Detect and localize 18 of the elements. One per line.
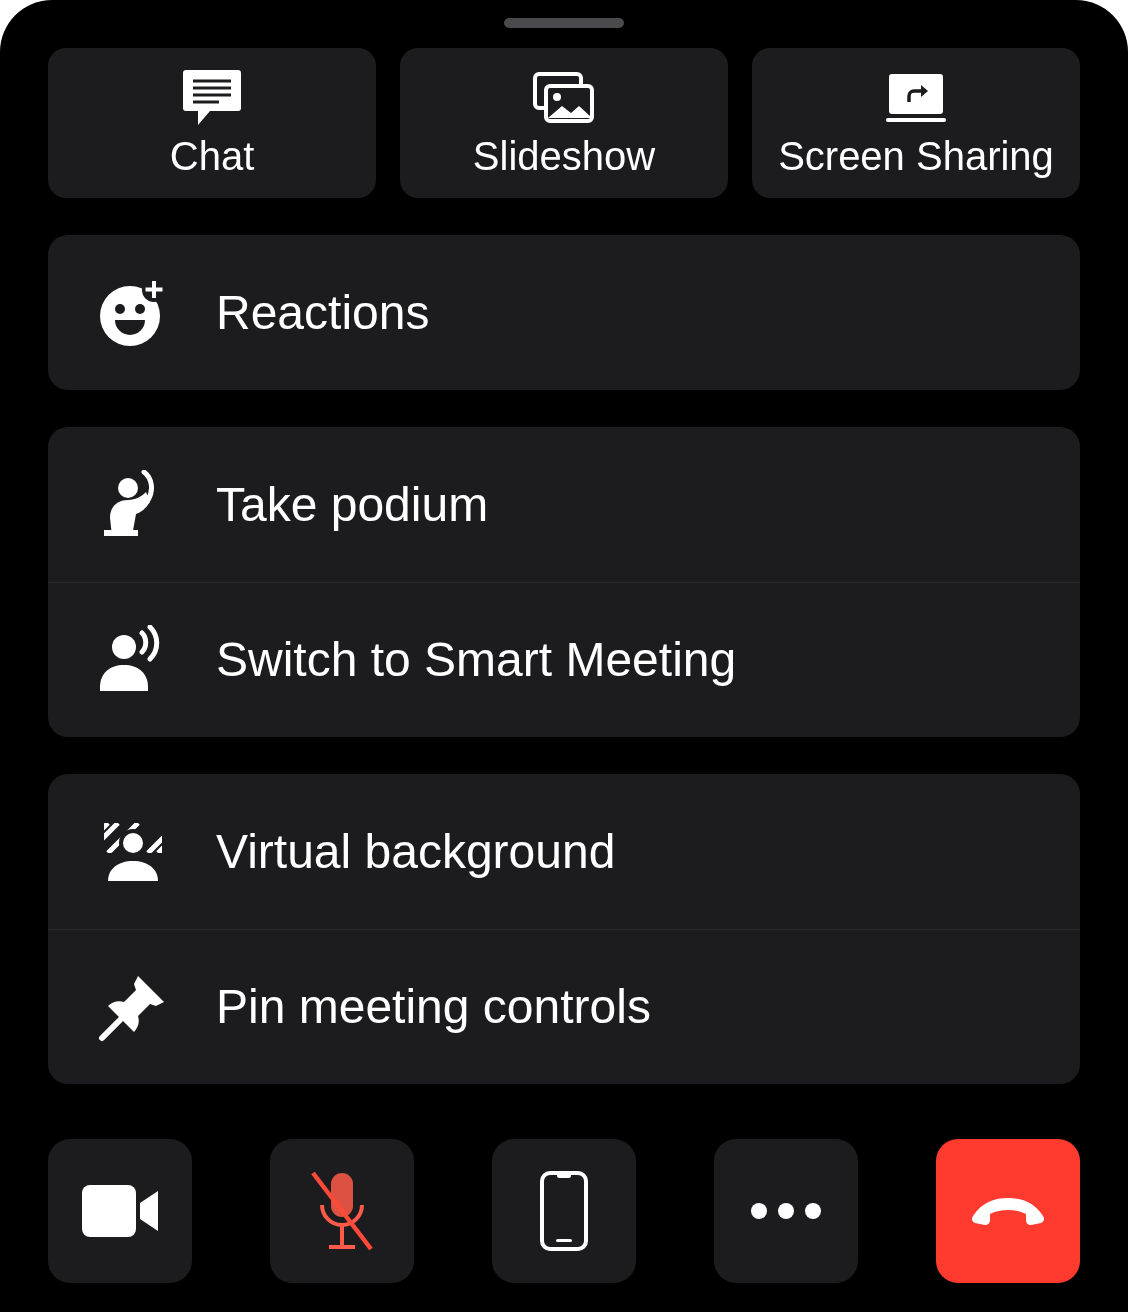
menu-item[interactable]: Take podium [48,427,1080,582]
drag-handle[interactable] [504,18,624,28]
device-button[interactable] [492,1139,636,1283]
screen-sharing-button[interactable]: Screen Sharing [752,48,1080,198]
menu-item[interactable]: Virtual background [48,774,1080,929]
menu-item[interactable]: Reactions [48,235,1080,390]
menu-item[interactable]: Pin meeting controls [48,929,1080,1084]
phone-icon [539,1170,589,1252]
video-camera-icon [82,1185,158,1237]
more-button[interactable] [714,1139,858,1283]
more-icon [750,1202,822,1220]
menu-item[interactable]: Switch to Smart Meeting [48,582,1080,737]
camera-button[interactable] [48,1139,192,1283]
hang-up-icon [970,1196,1046,1226]
microphone-button[interactable] [270,1139,414,1283]
slideshow-button[interactable]: Slideshow [400,48,728,198]
end-call-button[interactable] [936,1139,1080,1283]
chat-button[interactable]: Chat [48,48,376,198]
